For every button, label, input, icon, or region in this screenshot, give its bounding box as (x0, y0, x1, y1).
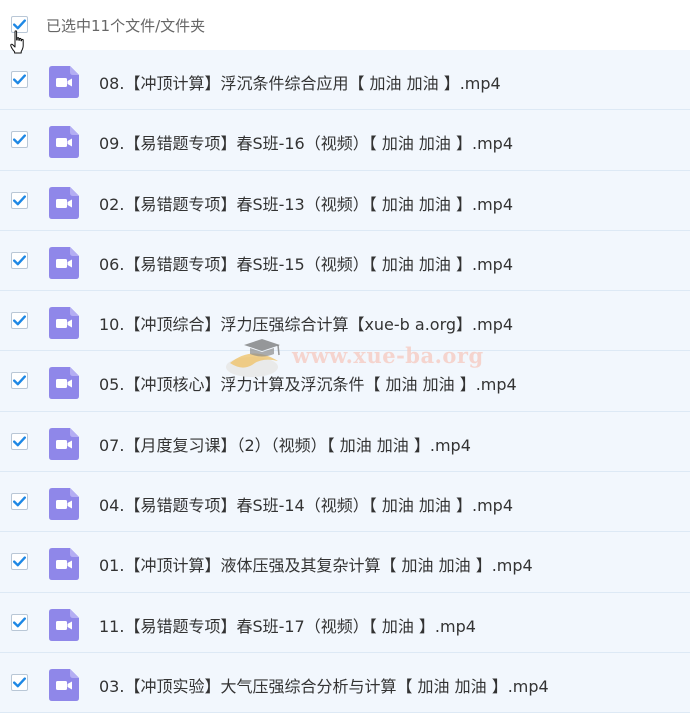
video-file-icon (49, 66, 79, 98)
video-file-icon (49, 307, 79, 340)
file-row[interactable]: 02.【易错题专项】春S班-13（视频）【 加油 加油 】.mp4 (0, 170, 690, 231)
file-selection-panel: 已选中11个文件/文件夹 08.【冲顶计算】浮沉条件综合应用【 加油 加油 】.… (0, 0, 690, 717)
video-file-icon (49, 548, 79, 581)
checkmark-icon (13, 255, 26, 266)
file-name[interactable]: 11.【易错题专项】春S班-17（视频）【 加油 】.mp4 (99, 613, 476, 637)
video-file-icon (49, 246, 79, 279)
file-name[interactable]: 04.【易错题专项】春S班-14（视频）【 加油 加油 】.mp4 (99, 492, 513, 516)
file-name[interactable]: 10.【冲顶综合】浮力压强综合计算【xue-b a.org】.mp4 (99, 311, 513, 335)
file-name[interactable]: 08.【冲顶计算】浮沉条件综合应用【 加油 加油 】.mp4 (99, 70, 501, 94)
file-checkbox[interactable] (11, 191, 28, 209)
video-file-icon (49, 488, 79, 521)
file-checkbox[interactable] (11, 131, 28, 149)
file-row[interactable]: 08.【冲顶计算】浮沉条件综合应用【 加油 加油 】.mp4 (0, 50, 690, 111)
file-row[interactable]: 05.【冲顶核心】浮力计算及浮沉条件【 加油 加油 】.mp4 (0, 351, 690, 412)
video-file-icon (49, 427, 79, 460)
file-checkbox[interactable] (11, 251, 28, 269)
checkmark-icon (13, 74, 26, 85)
file-row[interactable]: 06.【易错题专项】春S班-15（视频）【 加油 加油 】.mp4 (0, 230, 690, 292)
file-row[interactable]: 01.【冲顶计算】液体压强及其复杂计算【 加油 加油 】.mp4 (0, 532, 690, 593)
checkmark-icon (13, 436, 26, 447)
file-name[interactable]: 03.【冲顶实验】大气压强综合分析与计算【 加油 加油 】.mp4 (99, 673, 549, 697)
checkmark-icon (13, 556, 26, 567)
file-name[interactable]: 06.【易错题专项】春S班-15（视频）【 加油 加油 】.mp4 (99, 251, 513, 275)
file-checkbox[interactable] (11, 71, 28, 88)
checkmark-icon (13, 19, 26, 30)
file-checkbox[interactable] (11, 432, 28, 450)
file-row[interactable]: 09.【易错题专项】春S班-16（视频）【 加油 加油 】.mp4 (0, 110, 690, 171)
file-list: 08.【冲顶计算】浮沉条件综合应用【 加油 加油 】.mp4 09.【易错题专项】… (0, 50, 690, 714)
file-name[interactable]: 05.【冲顶核心】浮力计算及浮沉条件【 加油 加油 】.mp4 (99, 371, 517, 395)
file-row[interactable]: 04.【易错题专项】春S班-14（视频）【 加油 加油 】.mp4 (0, 472, 690, 533)
checkmark-icon (13, 315, 26, 326)
file-name[interactable]: 07.【月度复习课】（2）（视频）【 加油 加油 】.mp4 (99, 432, 471, 456)
checkmark-icon (13, 496, 26, 507)
file-name[interactable]: 09.【易错题专项】春S班-16（视频）【 加油 加油 】.mp4 (99, 130, 513, 154)
video-file-icon (49, 668, 79, 701)
checkmark-icon (13, 617, 26, 628)
video-file-icon (49, 367, 79, 400)
video-file-icon (49, 126, 79, 159)
file-checkbox[interactable] (11, 312, 28, 330)
file-checkbox[interactable] (11, 372, 28, 390)
video-file-icon (49, 608, 79, 641)
checkmark-icon (13, 134, 26, 145)
file-row[interactable]: 07.【月度复习课】（2）（视频）【 加油 加油 】.mp4 (0, 411, 690, 473)
file-name[interactable]: 01.【冲顶计算】液体压强及其复杂计算【 加油 加油 】.mp4 (99, 552, 533, 576)
file-row[interactable]: 10.【冲顶综合】浮力压强综合计算【xue-b a.org】.mp4 (0, 291, 690, 352)
file-checkbox[interactable] (11, 553, 28, 571)
file-checkbox[interactable] (11, 673, 28, 691)
checkmark-icon (13, 677, 26, 688)
file-row[interactable]: 11.【易错题专项】春S班-17（视频）【 加油 】.mp4 (0, 592, 690, 653)
selection-header: 已选中11个文件/文件夹 (0, 0, 690, 50)
video-file-icon (49, 186, 79, 219)
file-name[interactable]: 02.【易错题专项】春S班-13（视频）【 加油 加油 】.mp4 (99, 191, 513, 215)
checkmark-icon (13, 194, 26, 205)
file-checkbox[interactable] (11, 613, 28, 631)
checkmark-icon (13, 375, 26, 386)
selection-count-label: 已选中11个文件/文件夹 (46, 17, 206, 35)
hand-pointer-icon (10, 30, 24, 54)
file-row[interactable]: 03.【冲顶实验】大气压强综合分析与计算【 加油 加油 】.mp4 (0, 652, 690, 714)
file-checkbox[interactable] (11, 493, 28, 511)
